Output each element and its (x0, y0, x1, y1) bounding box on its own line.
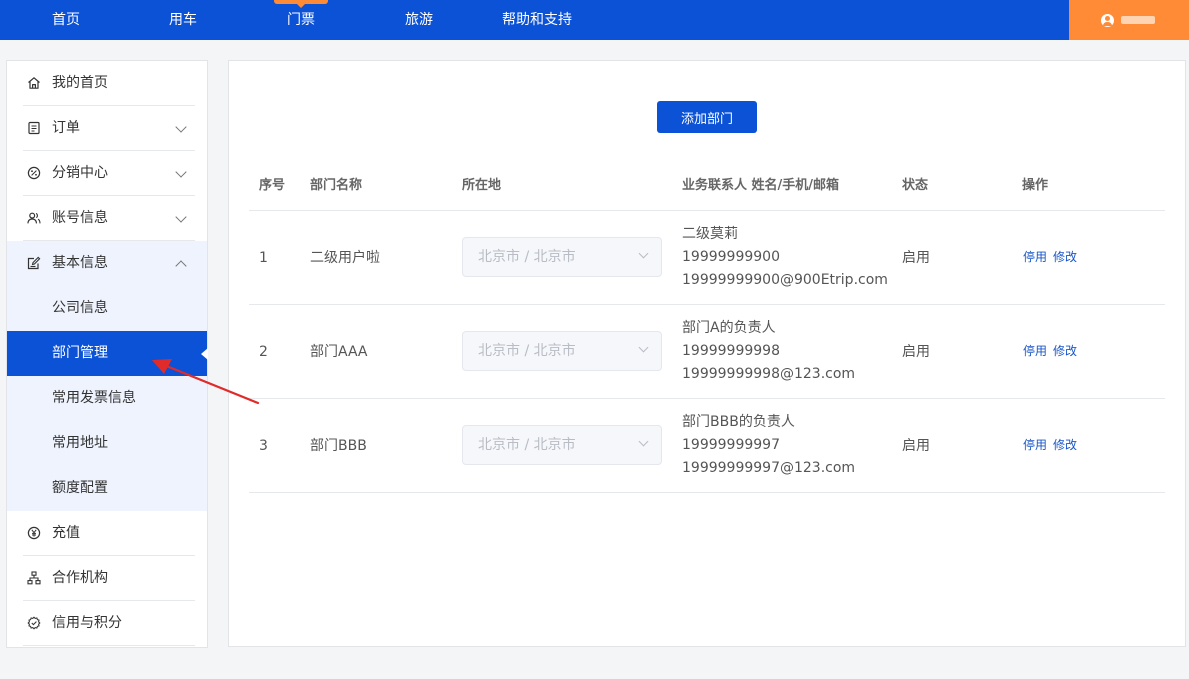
sidebar-subitem-quota-config[interactable]: 额度配置 (7, 466, 207, 511)
sidebar-item-orders[interactable]: 订单 (7, 106, 207, 151)
sidebar-item-basic-info[interactable]: 基本信息 (7, 241, 207, 286)
sidebar-item-recharge[interactable]: 充值 (7, 511, 207, 556)
contact-phone: 19999999900 (682, 249, 780, 265)
column-header-status: 状态 (902, 178, 929, 193)
row-contact: 部门A的负责人 19999999998 19999999998@123.com (682, 317, 855, 386)
table-row: 3 部门BBB 北京市 / 北京市 部门BBB的负责人 19999999997 … (249, 399, 1165, 493)
sidebar-item-label: 充值 (52, 525, 80, 541)
sidebar-subitem-company-info[interactable]: 公司信息 (7, 286, 207, 331)
sidebar-subitem-label: 额度配置 (52, 480, 108, 496)
location-select-value: 北京市 / 北京市 (478, 249, 576, 265)
contact-name: 部门BBB的负责人 (682, 414, 795, 430)
row-contact: 部门BBB的负责人 19999999997 19999999997@123.co… (682, 411, 855, 480)
sidebar-subitem-label: 部门管理 (52, 345, 108, 361)
location-select[interactable]: 北京市 / 北京市 (462, 237, 662, 277)
sidebar-item-credit-points[interactable]: 信用与积分 (7, 601, 207, 646)
column-header-location: 所在地 (462, 178, 502, 193)
sidebar-item-label: 我的首页 (52, 75, 108, 91)
add-department-button[interactable]: 添加部门 (657, 101, 757, 133)
row-status: 启用 (902, 438, 930, 454)
row-status: 启用 (902, 344, 930, 360)
row-index: 1 (259, 250, 268, 266)
user-avatar-icon (1101, 14, 1114, 27)
user-group-icon (27, 212, 41, 224)
sidebar-item-distribution[interactable]: 分销中心 (7, 151, 207, 196)
row-department-name: 部门BBB (310, 438, 367, 454)
location-select-value: 北京市 / 北京市 (478, 343, 576, 359)
sidebar-item-label: 信用与积分 (52, 615, 122, 631)
yen-circle-icon (27, 526, 41, 540)
chevron-up-icon (175, 260, 187, 272)
nav-help[interactable]: 帮助和支持 (496, 0, 578, 40)
disable-link[interactable]: 停用 (1023, 436, 1047, 454)
column-header-contact: 业务联系人 姓名/手机/邮箱 (682, 178, 840, 193)
edit-link[interactable]: 修改 (1053, 342, 1077, 360)
sidebar-item-account[interactable]: 账号信息 (7, 196, 207, 241)
chevron-down-icon (638, 342, 649, 353)
sidebar-item-my-home[interactable]: 我的首页 (7, 61, 207, 106)
nav-travel[interactable]: 旅游 (389, 0, 449, 40)
chevron-down-icon (175, 121, 187, 133)
column-header-index: 序号 (259, 178, 286, 193)
home-icon (28, 77, 40, 89)
order-icon (28, 121, 40, 135)
sidebar-item-label: 分销中心 (52, 165, 108, 181)
sidebar: 我的首页 订单 分销中心 账号信息 基本信息 公司信息 部门管理 常用发票信息 … (6, 60, 208, 648)
location-select[interactable]: 北京市 / 北京市 (462, 331, 662, 371)
sidebar-item-label: 订单 (52, 120, 80, 136)
user-name-blurred (1121, 16, 1155, 24)
distribution-icon (27, 166, 41, 180)
sidebar-item-partners[interactable]: 合作机构 (7, 556, 207, 601)
org-chart-icon (27, 571, 41, 585)
sidebar-item-label: 合作机构 (52, 570, 108, 586)
user-menu[interactable] (1069, 0, 1189, 40)
location-select[interactable]: 北京市 / 北京市 (462, 425, 662, 465)
column-header-actions: 操作 (1022, 178, 1049, 193)
table-row: 2 部门AAA 北京市 / 北京市 部门A的负责人 19999999998 19… (249, 305, 1165, 399)
contact-phone: 19999999997 (682, 437, 780, 453)
chevron-down-icon (638, 436, 649, 447)
contact-phone: 19999999998 (682, 343, 780, 359)
chevron-down-icon (175, 166, 187, 178)
contact-email: 19999999998@123.com (682, 366, 856, 382)
sidebar-item-label: 账号信息 (52, 210, 108, 226)
edit-info-icon (27, 256, 41, 270)
nav-home[interactable]: 首页 (36, 0, 96, 40)
row-department-name: 二级用户啦 (310, 250, 380, 266)
contact-email: 19999999900@900Etrip.com (682, 272, 888, 288)
disable-link[interactable]: 停用 (1023, 248, 1047, 266)
credit-icon (27, 616, 41, 630)
contact-email: 19999999997@123.com (682, 460, 856, 476)
sidebar-subitem-label: 常用地址 (52, 435, 108, 451)
row-status: 启用 (902, 250, 930, 266)
edit-link[interactable]: 修改 (1053, 248, 1077, 266)
top-nav-bar: 首页 用车 门票 旅游 帮助和支持 (0, 0, 1189, 40)
nav-tickets[interactable]: 门票 (271, 0, 331, 40)
sidebar-subitem-address[interactable]: 常用地址 (7, 421, 207, 466)
row-contact: 二级莫莉 19999999900 19999999900@900Etrip.co… (682, 223, 888, 292)
sidebar-item-label: 基本信息 (52, 255, 108, 271)
chevron-down-icon (638, 248, 649, 259)
disable-link[interactable]: 停用 (1023, 342, 1047, 360)
chevron-down-icon (175, 211, 187, 223)
contact-name: 部门A的负责人 (682, 320, 776, 336)
nav-car[interactable]: 用车 (153, 0, 213, 40)
contact-name: 二级莫莉 (682, 226, 738, 242)
row-index: 3 (259, 438, 268, 454)
location-select-value: 北京市 / 北京市 (478, 437, 576, 453)
sidebar-subitem-label: 公司信息 (52, 300, 108, 316)
row-department-name: 部门AAA (310, 344, 368, 360)
column-header-name: 部门名称 (310, 178, 363, 193)
edit-link[interactable]: 修改 (1053, 436, 1077, 454)
annotation-arrow-icon (152, 359, 260, 405)
sidebar-subitem-label: 常用发票信息 (52, 390, 136, 406)
table-row: 1 二级用户啦 北京市 / 北京市 二级莫莉 19999999900 19999… (249, 211, 1165, 305)
department-panel: 添加部门 序号 部门名称 所在地 业务联系人 姓名/手机/邮箱 状态 操作 1 … (228, 60, 1186, 647)
